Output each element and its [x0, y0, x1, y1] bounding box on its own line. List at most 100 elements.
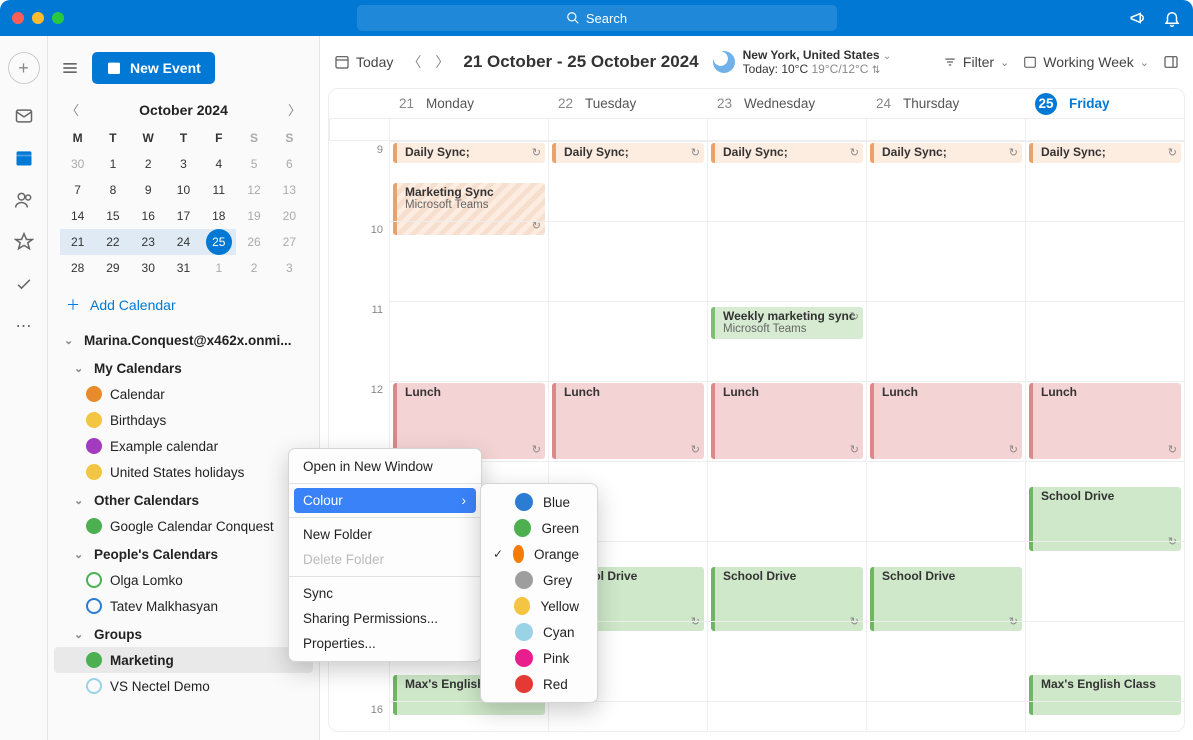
minical-day[interactable]: 15: [100, 203, 126, 229]
calendar-color-dot[interactable]: ✓: [86, 438, 102, 454]
minical-day[interactable]: 11: [206, 177, 232, 203]
minical-day[interactable]: 19: [241, 203, 267, 229]
today-button[interactable]: Today: [334, 54, 393, 70]
calendar-event[interactable]: Lunch↻: [711, 383, 863, 459]
minical-day[interactable]: 16: [135, 203, 161, 229]
calendar-item[interactable]: Olga Lomko: [48, 567, 319, 593]
todo-icon[interactable]: [14, 274, 34, 294]
calendar-item[interactable]: ✓Marketing: [54, 647, 313, 673]
search-input[interactable]: Search: [357, 5, 837, 31]
calendar-icon[interactable]: [14, 148, 34, 168]
minical-day[interactable]: 3: [170, 151, 196, 177]
ctx-open-new-window[interactable]: Open in New Window: [289, 454, 481, 479]
minical-day[interactable]: 20: [276, 203, 302, 229]
minical-day[interactable]: 22: [100, 229, 126, 255]
ctx-properties[interactable]: Properties...: [289, 631, 481, 656]
day-header[interactable]: 23Wednesday: [707, 96, 866, 111]
minical-day[interactable]: 24: [170, 229, 196, 255]
mail-icon[interactable]: [14, 106, 34, 126]
calendar-color-dot[interactable]: ✓: [86, 386, 102, 402]
filter-button[interactable]: Filter ⌄: [943, 54, 1009, 70]
calendar-color-dot[interactable]: ✓: [86, 652, 102, 668]
colour-option[interactable]: Yellow: [481, 593, 597, 619]
minical-day[interactable]: 30: [65, 151, 91, 177]
calendar-color-dot[interactable]: ✓: [86, 412, 102, 428]
day-header[interactable]: 22Tuesday: [548, 96, 707, 111]
calendar-event[interactable]: Daily Sync;↻: [552, 143, 704, 163]
calendar-event[interactable]: Lunch↻: [1029, 383, 1181, 459]
day-column-fri[interactable]: Daily Sync;↻Lunch↻School Drive↻Max's Eng…: [1025, 141, 1184, 731]
maximize-window-button[interactable]: [52, 12, 64, 24]
peoples-calendars-group[interactable]: ⌄ People's Calendars: [48, 539, 319, 567]
minical-day[interactable]: 7: [65, 177, 91, 203]
account-row[interactable]: ⌄ Marina.Conquest@x462x.onmi...: [48, 325, 319, 353]
calendar-item[interactable]: ✓Birthdays: [48, 407, 319, 433]
menu-toggle-icon[interactable]: [60, 58, 80, 78]
people-icon[interactable]: [14, 190, 34, 210]
minical-day[interactable]: 2: [135, 151, 161, 177]
minical-day[interactable]: 1: [206, 255, 232, 281]
minical-day[interactable]: 26: [241, 229, 267, 255]
colour-option[interactable]: Green: [481, 515, 597, 541]
minical-day[interactable]: 17: [170, 203, 196, 229]
minical-day[interactable]: 13: [276, 177, 302, 203]
prev-week-button[interactable]: 〈: [407, 52, 421, 72]
calendar-event[interactable]: Daily Sync;↻: [393, 143, 545, 163]
ctx-colour[interactable]: Colour›: [294, 488, 476, 513]
minical-day[interactable]: 30: [135, 255, 161, 281]
calendar-item[interactable]: ✓Calendar: [48, 381, 319, 407]
calendar-color-dot[interactable]: [86, 678, 102, 694]
calendar-item[interactable]: Tatev Malkhasyan: [48, 593, 319, 619]
minical-day[interactable]: 27: [276, 229, 302, 255]
calendar-item[interactable]: ✓Google Calendar Conquest: [48, 513, 319, 539]
new-event-button[interactable]: New Event: [92, 52, 215, 84]
minical-day[interactable]: 5: [241, 151, 267, 177]
other-calendars-group[interactable]: ⌄ Other Calendars: [48, 485, 319, 513]
add-calendar-button[interactable]: ＋ Add Calendar: [48, 281, 319, 325]
colour-option[interactable]: Grey: [481, 567, 597, 593]
day-header[interactable]: 21Monday: [389, 96, 548, 111]
minical-day[interactable]: 2: [241, 255, 267, 281]
minical-day[interactable]: 21: [65, 229, 91, 255]
compose-button[interactable]: +: [8, 52, 40, 84]
ctx-sharing[interactable]: Sharing Permissions...: [289, 606, 481, 631]
panel-icon[interactable]: [1163, 54, 1179, 70]
colour-option[interactable]: Cyan: [481, 619, 597, 645]
calendar-event[interactable]: Lunch↻: [552, 383, 704, 459]
day-header[interactable]: 24Thursday: [866, 96, 1025, 111]
megaphone-icon[interactable]: [1129, 9, 1147, 27]
day-column-wed[interactable]: Daily Sync;↻Weekly marketing syncMicroso…: [707, 141, 866, 731]
calendar-event[interactable]: Marketing SyncMicrosoft Teams↻: [393, 183, 545, 235]
minical-day[interactable]: 8: [100, 177, 126, 203]
colour-option[interactable]: ✓Orange: [481, 541, 597, 567]
minical-day[interactable]: 10: [170, 177, 196, 203]
ctx-sync[interactable]: Sync: [289, 581, 481, 606]
more-icon[interactable]: ⋯: [14, 316, 34, 336]
star-icon[interactable]: [14, 232, 34, 252]
minical-day[interactable]: 4: [206, 151, 232, 177]
groups-group[interactable]: ⌄ Groups: [48, 619, 319, 647]
minical-day[interactable]: 23: [135, 229, 161, 255]
colour-option[interactable]: Blue: [481, 489, 597, 515]
calendar-color-dot[interactable]: [86, 572, 102, 588]
calendar-color-dot[interactable]: [86, 598, 102, 614]
minical-day[interactable]: 12: [241, 177, 267, 203]
day-column-thu[interactable]: Daily Sync;↻Lunch↻School Drive↻: [866, 141, 1025, 731]
calendar-event[interactable]: Weekly marketing syncMicrosoft Teams↻: [711, 307, 863, 339]
next-week-button[interactable]: 〉: [435, 52, 449, 72]
minimize-window-button[interactable]: [32, 12, 44, 24]
minical-day[interactable]: 25: [206, 229, 232, 255]
minical-prev[interactable]: 〈: [66, 100, 79, 119]
calendar-color-dot[interactable]: ✓: [86, 464, 102, 480]
weather-widget[interactable]: New York, United States ⌄ Today: 10°C 19…: [713, 48, 892, 76]
minical-day[interactable]: 3: [276, 255, 302, 281]
view-button[interactable]: Working Week ⌄: [1023, 54, 1149, 70]
calendar-event[interactable]: Lunch↻: [870, 383, 1022, 459]
minical-day[interactable]: 1: [100, 151, 126, 177]
minical-day[interactable]: 14: [65, 203, 91, 229]
calendar-event[interactable]: Daily Sync;↻: [1029, 143, 1181, 163]
calendar-item[interactable]: ✓United States holidays: [48, 459, 319, 485]
minical-day[interactable]: 29: [100, 255, 126, 281]
minical-day[interactable]: 28: [65, 255, 91, 281]
calendar-event[interactable]: Max's English Class: [1029, 675, 1181, 715]
